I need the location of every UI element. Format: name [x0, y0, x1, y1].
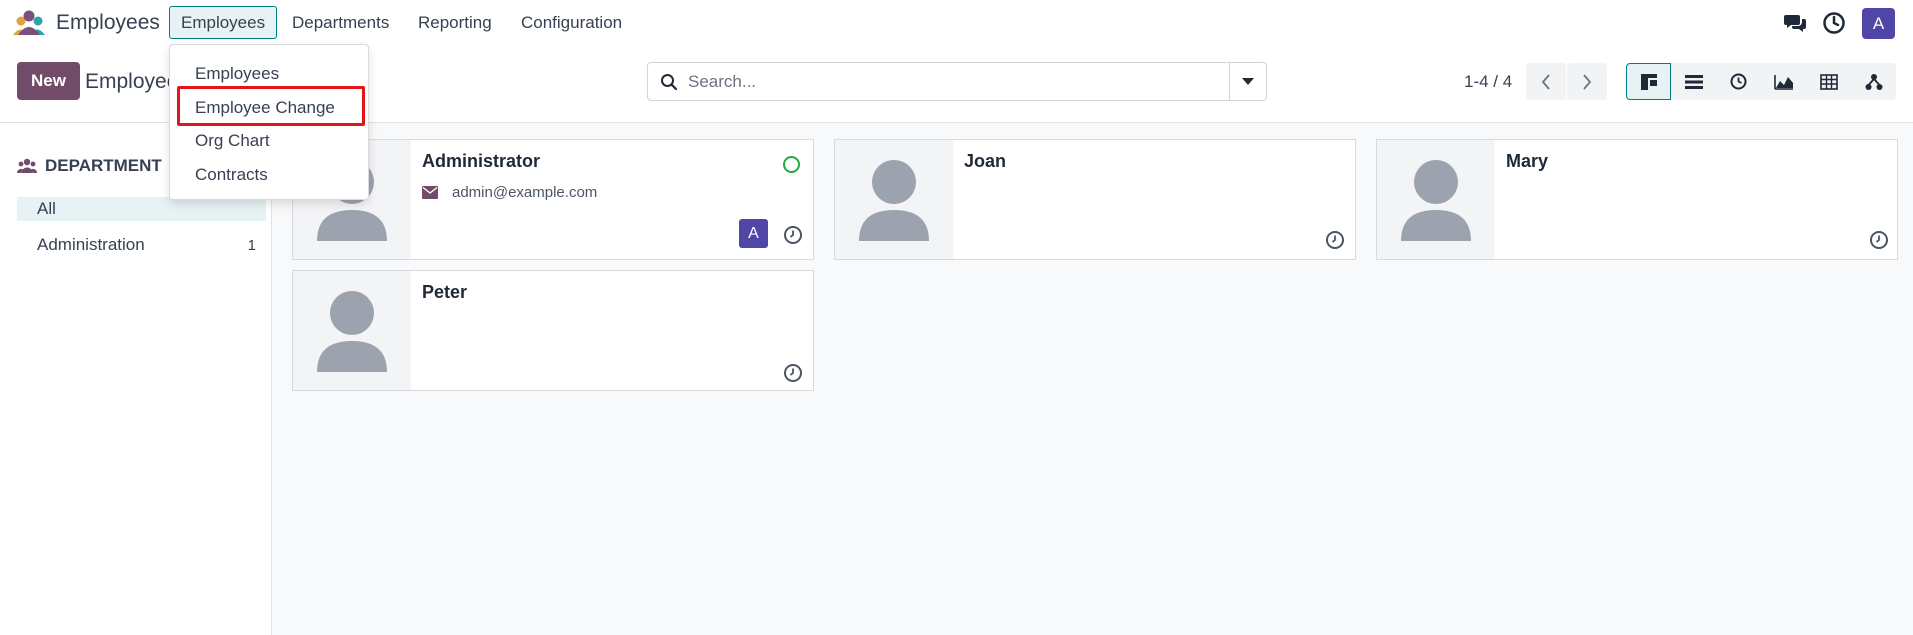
user-avatar[interactable]: A	[1862, 8, 1895, 39]
clock-icon	[1730, 73, 1747, 90]
pager-previous-button[interactable]	[1526, 63, 1566, 100]
chevron-left-icon	[1541, 73, 1550, 90]
employees-app-icon[interactable]	[12, 10, 46, 36]
top-navbar: Employees Employees Departments Reportin…	[0, 0, 1913, 46]
dropdown-item-contracts[interactable]: Contracts	[195, 165, 268, 185]
search-icon	[661, 74, 678, 91]
sidebar-item-all[interactable]: All	[17, 197, 266, 221]
person-placeholder-icon	[317, 291, 387, 372]
menu-reporting[interactable]: Reporting	[406, 6, 504, 39]
dropdown-item-employees[interactable]: Employees	[195, 64, 279, 84]
users-icon	[17, 158, 37, 173]
menu-departments[interactable]: Departments	[280, 6, 401, 39]
sidebar-item-label: All	[37, 199, 56, 218]
table-icon	[1819, 73, 1838, 90]
sidebar-header: DEPARTMENT	[17, 156, 162, 176]
hierarchy-icon	[1865, 73, 1882, 90]
kanban-icon	[1640, 73, 1657, 90]
employee-avatar	[1377, 140, 1495, 259]
activity-clock-icon[interactable]	[783, 363, 803, 383]
employee-card-administrator[interactable]: Administrator admin@example.com A	[292, 139, 814, 260]
caret-down-icon	[1242, 77, 1254, 85]
area-chart-icon	[1773, 74, 1793, 90]
menu-employees[interactable]: Employees	[169, 6, 278, 39]
activity-clock-icon[interactable]	[1325, 230, 1345, 250]
sidebar-item-count: 1	[247, 236, 256, 254]
employee-card-mary[interactable]: Mary	[1376, 139, 1898, 260]
graph-view-button[interactable]	[1761, 63, 1806, 100]
list-icon	[1684, 74, 1703, 89]
employee-name: Joan	[964, 151, 1007, 171]
person-placeholder-icon	[1401, 160, 1471, 241]
chevron-right-icon	[1583, 73, 1592, 90]
employee-avatar	[293, 271, 411, 390]
activity-clock-icon[interactable]	[1822, 11, 1846, 35]
menu-configuration[interactable]: Configuration	[509, 6, 634, 39]
app-name[interactable]: Employees	[56, 11, 160, 35]
pager-value[interactable]: 1-4 / 4	[1464, 72, 1512, 92]
person-placeholder-icon	[859, 160, 929, 241]
chat-icon[interactable]	[1783, 11, 1807, 35]
employee-email: admin@example.com	[422, 184, 597, 201]
envelope-icon	[422, 186, 438, 199]
sidebar-item-administration[interactable]: Administration 1	[17, 233, 266, 257]
employee-email-text: admin@example.com	[452, 184, 598, 201]
search-input[interactable]	[688, 67, 1208, 97]
search-options-toggle[interactable]	[1229, 63, 1266, 100]
search-bar	[647, 62, 1267, 101]
view-switcher	[1626, 63, 1896, 100]
hierarchy-view-button[interactable]	[1851, 63, 1896, 100]
list-view-button[interactable]	[1671, 63, 1716, 100]
highlight-box	[177, 86, 365, 126]
sidebar-item-label: Administration	[37, 235, 145, 254]
sidebar-header-label: DEPARTMENT	[45, 156, 162, 175]
dropdown-item-org-chart[interactable]: Org Chart	[195, 131, 270, 151]
new-button[interactable]: New	[17, 62, 80, 100]
pager-next-button[interactable]	[1567, 63, 1607, 100]
activity-clock-icon[interactable]	[1869, 230, 1889, 250]
pivot-view-button[interactable]	[1806, 63, 1851, 100]
activity-clock-icon[interactable]	[783, 225, 803, 245]
employee-name: Administrator	[422, 151, 541, 171]
employee-avatar	[835, 140, 953, 259]
online-status-indicator	[783, 156, 800, 173]
employee-name: Peter	[422, 282, 468, 302]
employee-name: Mary	[1506, 151, 1549, 171]
activity-view-button[interactable]	[1716, 63, 1761, 100]
employee-card-peter[interactable]: Peter	[292, 270, 814, 391]
user-badge[interactable]: A	[739, 219, 768, 248]
employee-card-joan[interactable]: Joan	[834, 139, 1356, 260]
kanban-view-button[interactable]	[1626, 63, 1671, 100]
